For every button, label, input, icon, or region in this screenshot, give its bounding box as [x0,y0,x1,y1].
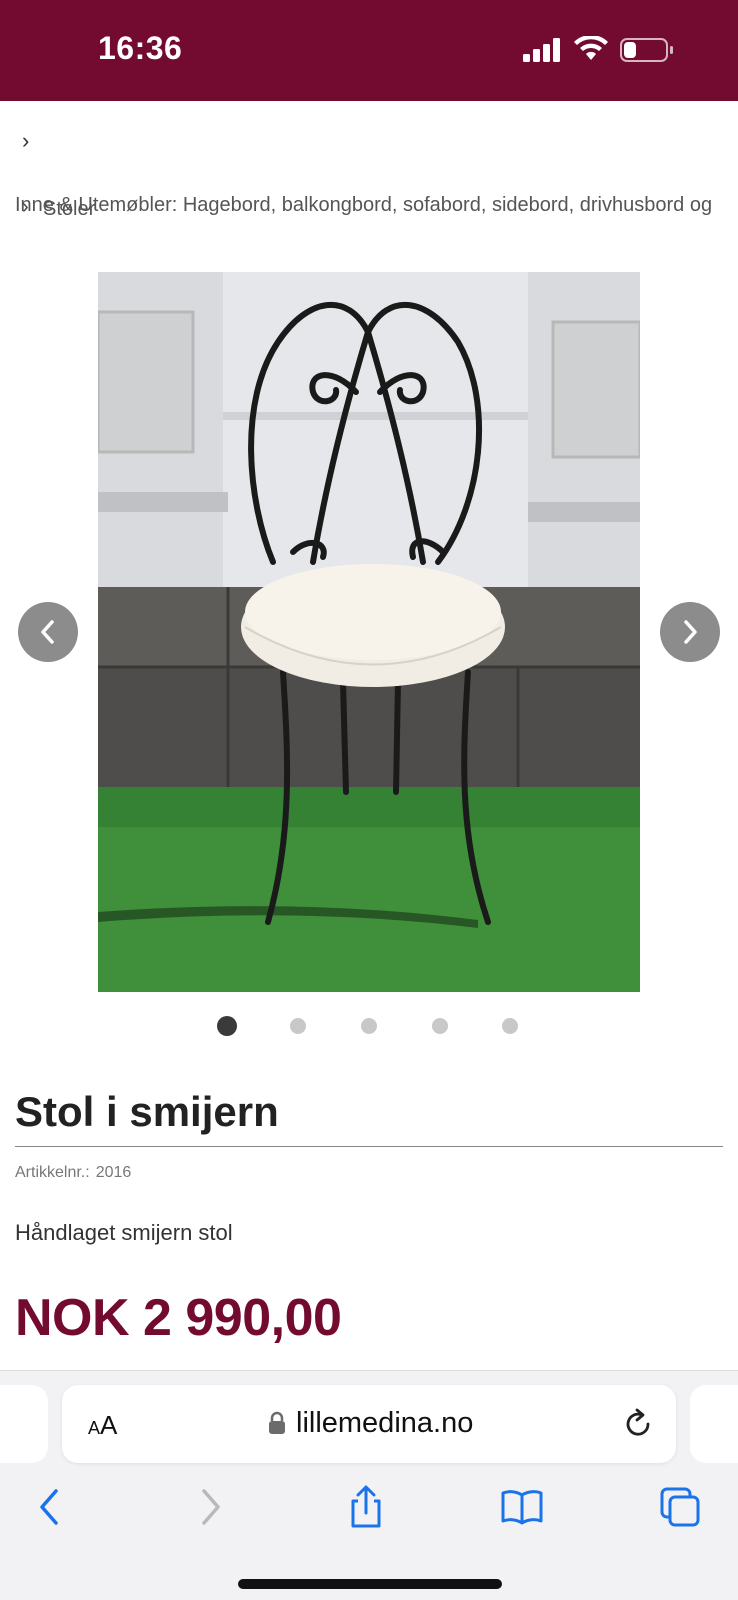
product-image-gallery[interactable] [98,272,640,992]
product-description: Håndlaget smijern stol [15,1220,233,1245]
chevron-right-icon: › [22,196,29,218]
sku-line: Artikkelnr.: 2016 [15,1164,131,1182]
forward-icon[interactable] [188,1485,232,1529]
chevron-right-icon: › [22,128,30,153]
gallery-pagination [0,1014,738,1038]
chevron-right-icon [684,620,697,644]
url-text: lillemedina.no [296,1407,474,1439]
pagination-dot[interactable] [217,1016,237,1036]
product-title: Stol i smijern [15,1088,279,1135]
previous-tab-peek[interactable] [0,1385,48,1463]
status-time: 16:36 [98,30,183,66]
pagination-dot[interactable] [432,1018,448,1034]
pagination-dot[interactable] [290,1018,306,1034]
next-image-button[interactable] [660,602,720,662]
text-size-button[interactable]: AA [88,1410,117,1441]
breadcrumb-stoler-link[interactable]: Stoler [43,198,95,221]
browser-toolbar: AA lillemedina.no [0,1370,738,1600]
wifi-icon [574,36,608,60]
divider [15,1146,723,1147]
chevron-left-icon [41,620,54,644]
breadcrumb: Inne & Utemøbler: Hagebord, balkongbord,… [15,194,735,224]
sku-value: 2016 [95,1164,132,1181]
product-price: NOK 2 990,00 [15,1289,342,1347]
pagination-dot[interactable] [502,1018,518,1034]
lock-icon [269,1411,285,1434]
sku-label: Artikkelnr.: [15,1164,90,1181]
cellular-signal-icon [523,38,560,62]
breadcrumb-home-link[interactable]: › [22,128,29,154]
share-icon[interactable] [344,1485,388,1529]
status-bar: 16:36 [0,0,738,101]
address-bar[interactable]: AA lillemedina.no [62,1385,676,1463]
breadcrumb-category-link[interactable]: Inne & Utemøbler: Hagebord, balkongbord,… [15,194,712,217]
previous-image-button[interactable] [18,602,78,662]
product-photo-chair [98,272,640,992]
next-tab-peek[interactable] [690,1385,738,1463]
battery-icon [620,38,673,62]
reload-icon[interactable] [622,1407,654,1441]
pagination-dot[interactable] [361,1018,377,1034]
bookmarks-icon[interactable] [500,1485,544,1529]
tabs-icon[interactable] [658,1485,702,1529]
home-indicator [238,1579,502,1589]
back-icon[interactable] [28,1485,72,1529]
